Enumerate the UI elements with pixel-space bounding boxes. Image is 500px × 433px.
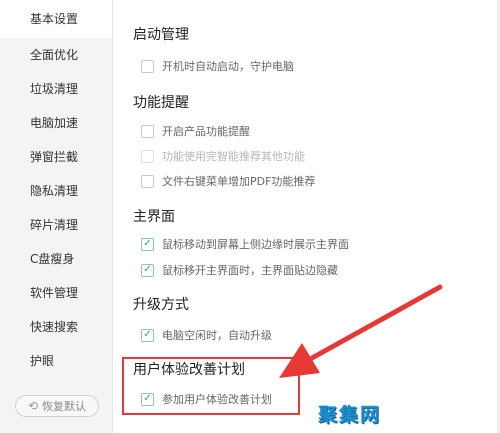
watermark-logo: 聚集网 xyxy=(318,404,382,426)
annotation-arrow-icon xyxy=(279,284,443,378)
